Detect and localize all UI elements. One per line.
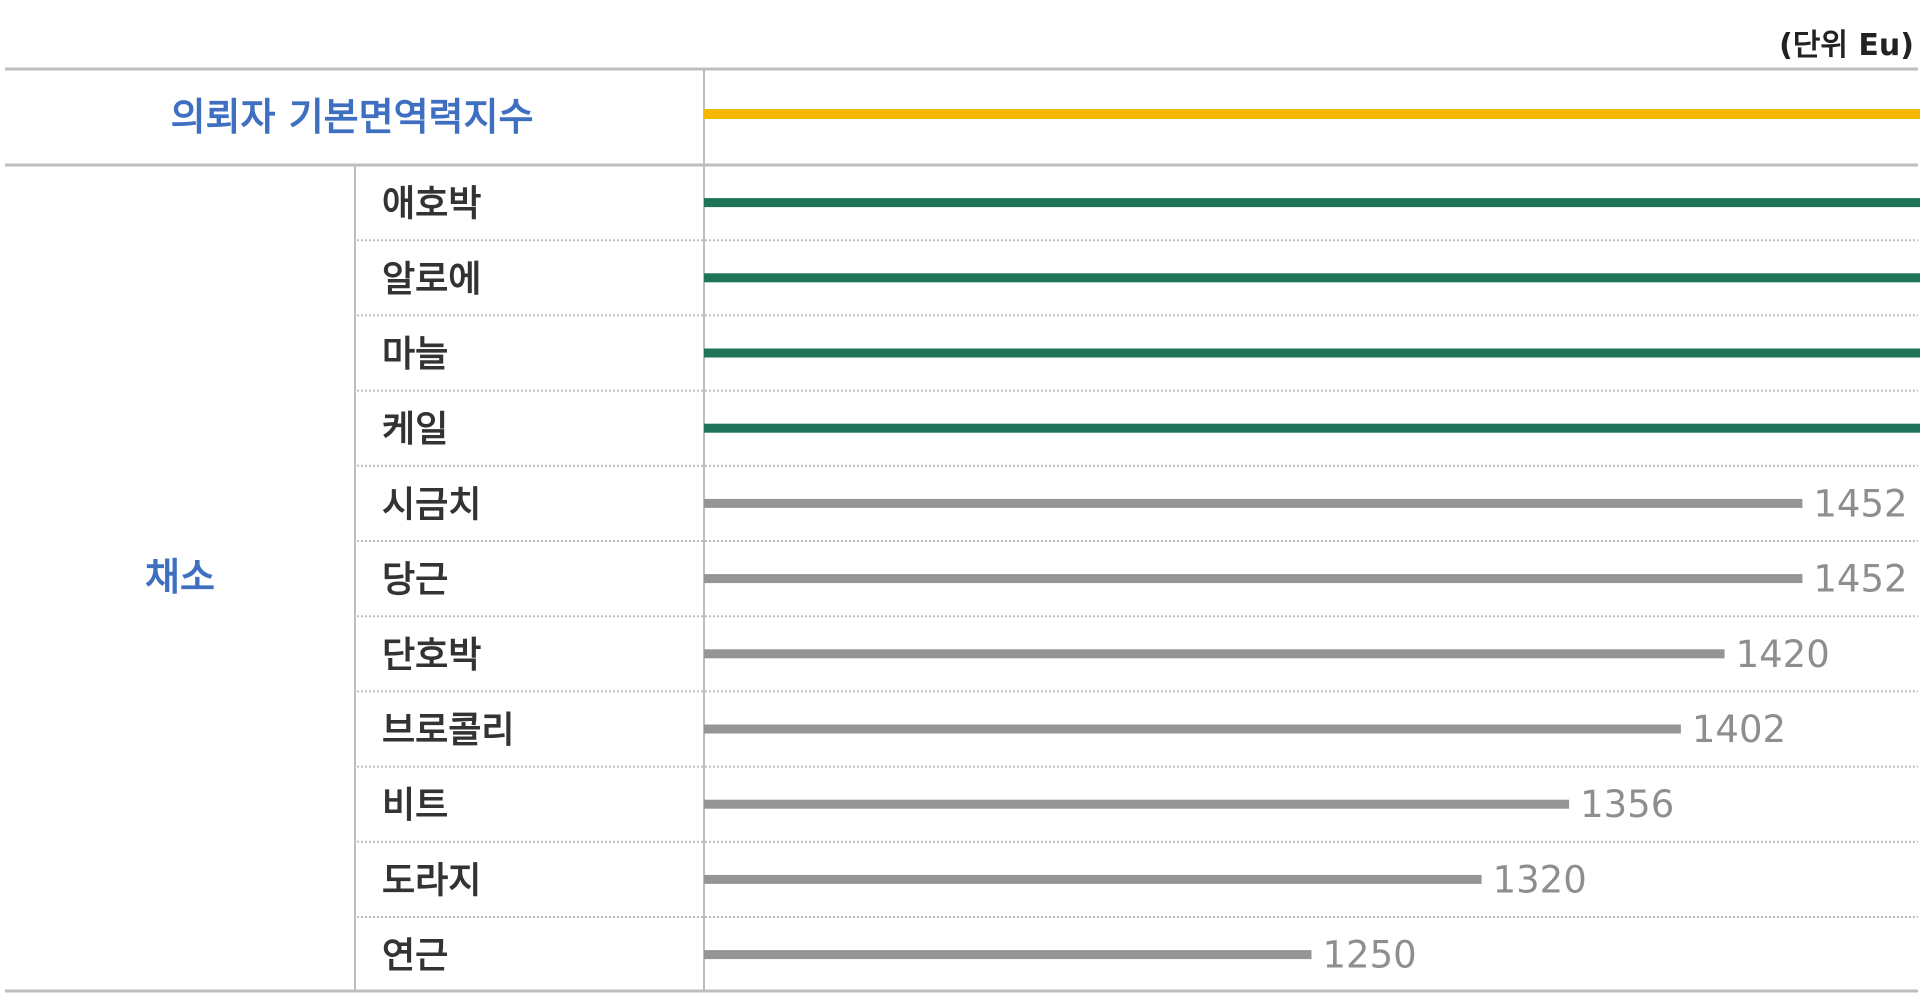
bar-value-label: 1452 (1813, 482, 1907, 525)
unit-note: (단위 Eu) (1779, 28, 1914, 63)
category-label: 알로에 (382, 259, 481, 300)
bar-value-label: 1452 (1813, 558, 1907, 601)
bar (704, 724, 1681, 734)
reference-bar (704, 109, 1920, 119)
bar (704, 348, 1920, 358)
bar-value-label: 1320 (1493, 858, 1587, 901)
bar (704, 950, 1312, 960)
bar-value-label: 1420 (1736, 633, 1830, 676)
bar-value-label: 1402 (1692, 708, 1786, 751)
bar (704, 498, 1803, 508)
reference-label: 의뢰자 기본면역력지수 (171, 95, 534, 139)
bar (704, 649, 1725, 659)
immunity-index-chart: (단위 Eu) 의뢰자 기본면역력지수 1550 채소 애호박1784알로에17… (5, 28, 1920, 993)
category-label: 단호박 (382, 635, 481, 676)
category-label: 케일 (382, 409, 448, 450)
bar-value-label: 1250 (1323, 934, 1417, 977)
bar (704, 423, 1920, 433)
category-label: 당근 (382, 560, 448, 601)
bar (704, 874, 1482, 884)
bar-value-label: 1356 (1580, 783, 1674, 826)
category-label: 시금치 (382, 484, 481, 525)
bar (704, 273, 1920, 283)
group-label-vegetables: 채소 (145, 555, 215, 599)
bar (704, 198, 1920, 208)
category-label: 브로콜리 (382, 710, 514, 751)
category-label: 비트 (382, 785, 448, 826)
bar (704, 799, 1570, 809)
category-label: 도라지 (382, 860, 481, 901)
category-label: 마늘 (382, 334, 448, 375)
category-label: 연근 (382, 936, 448, 977)
category-label: 애호박 (382, 184, 481, 225)
bars: 애호박1784알로에1705마늘1652케일1620시금치1452당근1452단… (382, 184, 1920, 977)
table-frame (5, 67, 1918, 993)
bar (704, 574, 1803, 584)
